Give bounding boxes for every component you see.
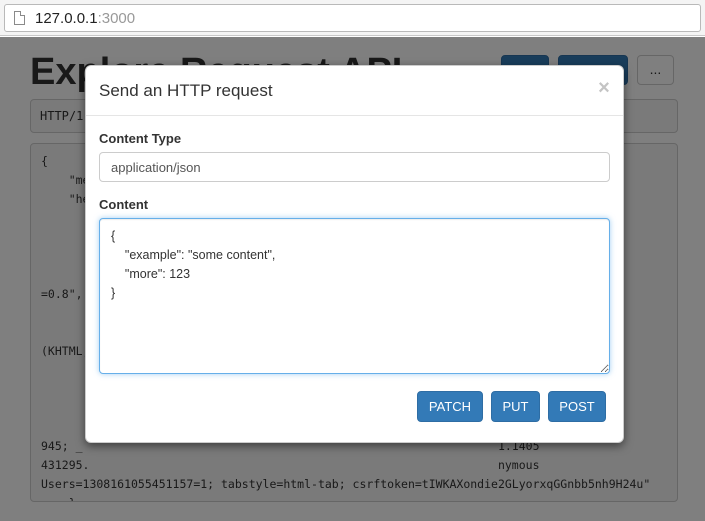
put-button[interactable]: PUT [491,391,540,422]
post-button[interactable]: POST [548,391,606,422]
content-type-input[interactable] [99,152,610,182]
page-icon [14,11,25,25]
address-bar[interactable]: 127.0.0.1:3000 [4,4,701,32]
content-type-label: Content Type [99,131,182,146]
patch-button[interactable]: PATCH [417,391,483,422]
url-host: 127.0.0.1 [35,10,98,27]
content-textarea[interactable]: { "example": "some content", "more": 123… [99,218,610,374]
content-label: Content [99,197,149,212]
http-request-modal: Send an HTTP request × Content Type Cont… [85,65,624,443]
browser-toolbar: 127.0.0.1:3000 [0,0,705,36]
url-port: :3000 [97,10,136,27]
modal-header: Send an HTTP request × [86,66,623,116]
modal-title: Send an HTTP request [99,81,273,100]
url-text[interactable]: 127.0.0.1:3000 [35,10,135,27]
close-icon[interactable]: × [594,78,614,98]
